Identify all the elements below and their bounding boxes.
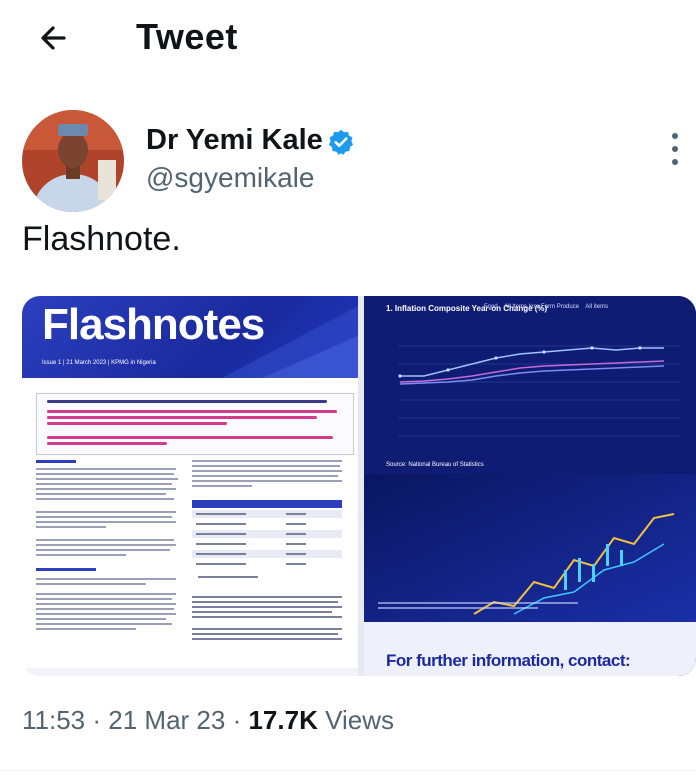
page-title: Tweet bbox=[136, 16, 238, 57]
more-options-button[interactable] bbox=[660, 128, 690, 172]
more-vertical-icon bbox=[672, 133, 678, 165]
back-button[interactable] bbox=[34, 18, 74, 58]
author-name[interactable]: Dr Yemi Kale bbox=[146, 124, 323, 157]
divider bbox=[0, 770, 696, 771]
doc-hero-graphic bbox=[364, 474, 696, 622]
tweet-author: Dr Yemi Kale @sgyemikale bbox=[0, 110, 696, 220]
meta-separator: · bbox=[232, 705, 249, 735]
doc-footer-text: For further information, contact: bbox=[386, 651, 631, 670]
doc-banner: Flashnotes Issue 1 | 21 March 2023 | KPM… bbox=[22, 296, 358, 378]
top-bar: Tweet bbox=[0, 0, 696, 80]
inflation-chart-panel: 1. Inflation Composite Year-on Change (%… bbox=[364, 296, 696, 474]
chart-source: Source: National Bureau of Statistics bbox=[386, 462, 484, 468]
views-label: Views bbox=[325, 705, 394, 735]
doc-title: Flashnotes bbox=[42, 300, 265, 349]
doc-issue-line: Issue 1 | 21 March 2023 | KPMG in Nigeri… bbox=[42, 360, 156, 366]
doc-summary-box bbox=[36, 393, 354, 455]
verified-badge-icon bbox=[328, 129, 354, 155]
author-handle[interactable]: @sgyemikale bbox=[146, 162, 314, 194]
views-count: 17.7K bbox=[248, 705, 318, 735]
avatar-photo bbox=[22, 110, 124, 212]
tweet-text: Flashnote. bbox=[22, 220, 181, 258]
doc-body-text bbox=[22, 460, 358, 676]
inflation-line-chart bbox=[398, 345, 680, 437]
avatar[interactable] bbox=[22, 110, 124, 212]
tweet-meta: 11:53 · 21 Mar 23 · 17.7K Views bbox=[22, 705, 394, 736]
tweet-media[interactable]: Flashnotes Issue 1 | 21 March 2023 | KPM… bbox=[22, 296, 696, 676]
tweet-date[interactable]: 21 Mar 23 bbox=[108, 705, 225, 735]
media-image-flashnotes[interactable]: Flashnotes Issue 1 | 21 March 2023 | KPM… bbox=[22, 296, 358, 676]
tweet-time[interactable]: 11:53 bbox=[22, 705, 85, 735]
arrow-left-icon bbox=[41, 26, 66, 50]
media-image-inflation-chart[interactable]: 1. Inflation Composite Year-on Change (%… bbox=[364, 296, 696, 676]
meta-separator: · bbox=[92, 705, 109, 735]
